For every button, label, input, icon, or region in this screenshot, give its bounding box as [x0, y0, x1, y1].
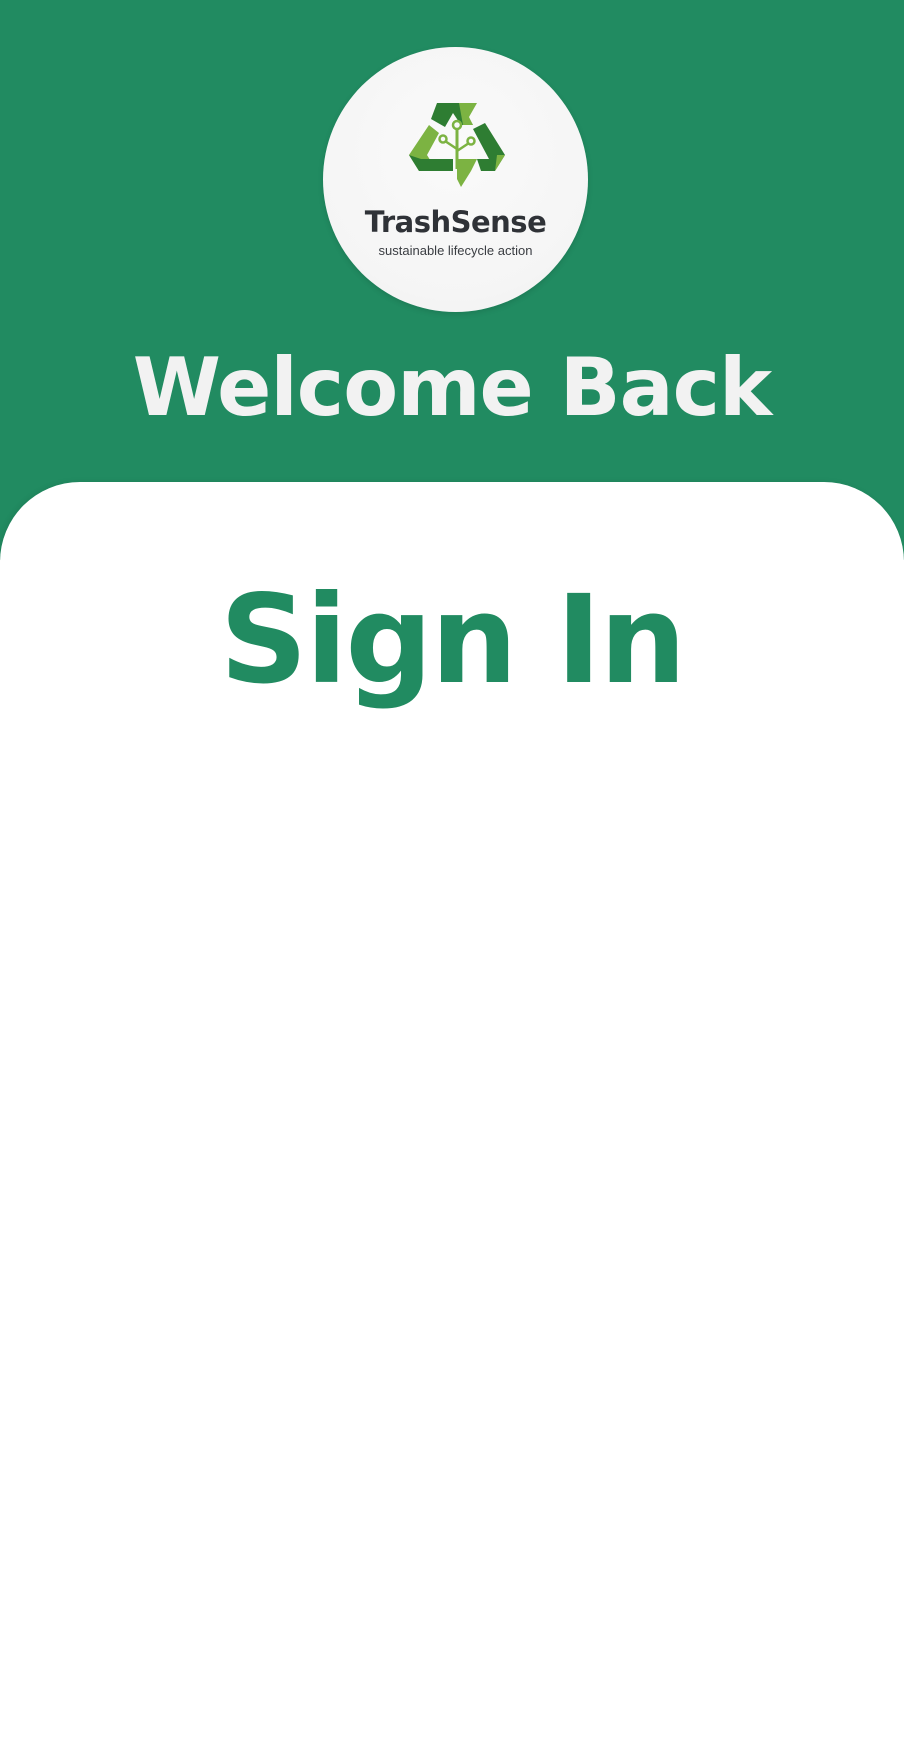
brand-name: TrashSense	[364, 205, 547, 239]
sign-in-title: Sign In	[219, 569, 687, 711]
brand-tagline: sustainable lifecycle action	[378, 243, 533, 258]
welcome-heading: Welcome Back	[132, 341, 773, 434]
sign-in-screen: TrashSense sustainable lifecycle action …	[0, 0, 904, 1764]
recycle-circuit-icon	[409, 103, 505, 187]
header-banner: TrashSense sustainable lifecycle action …	[0, 0, 904, 560]
app-logo: TrashSense sustainable lifecycle action	[323, 47, 588, 312]
